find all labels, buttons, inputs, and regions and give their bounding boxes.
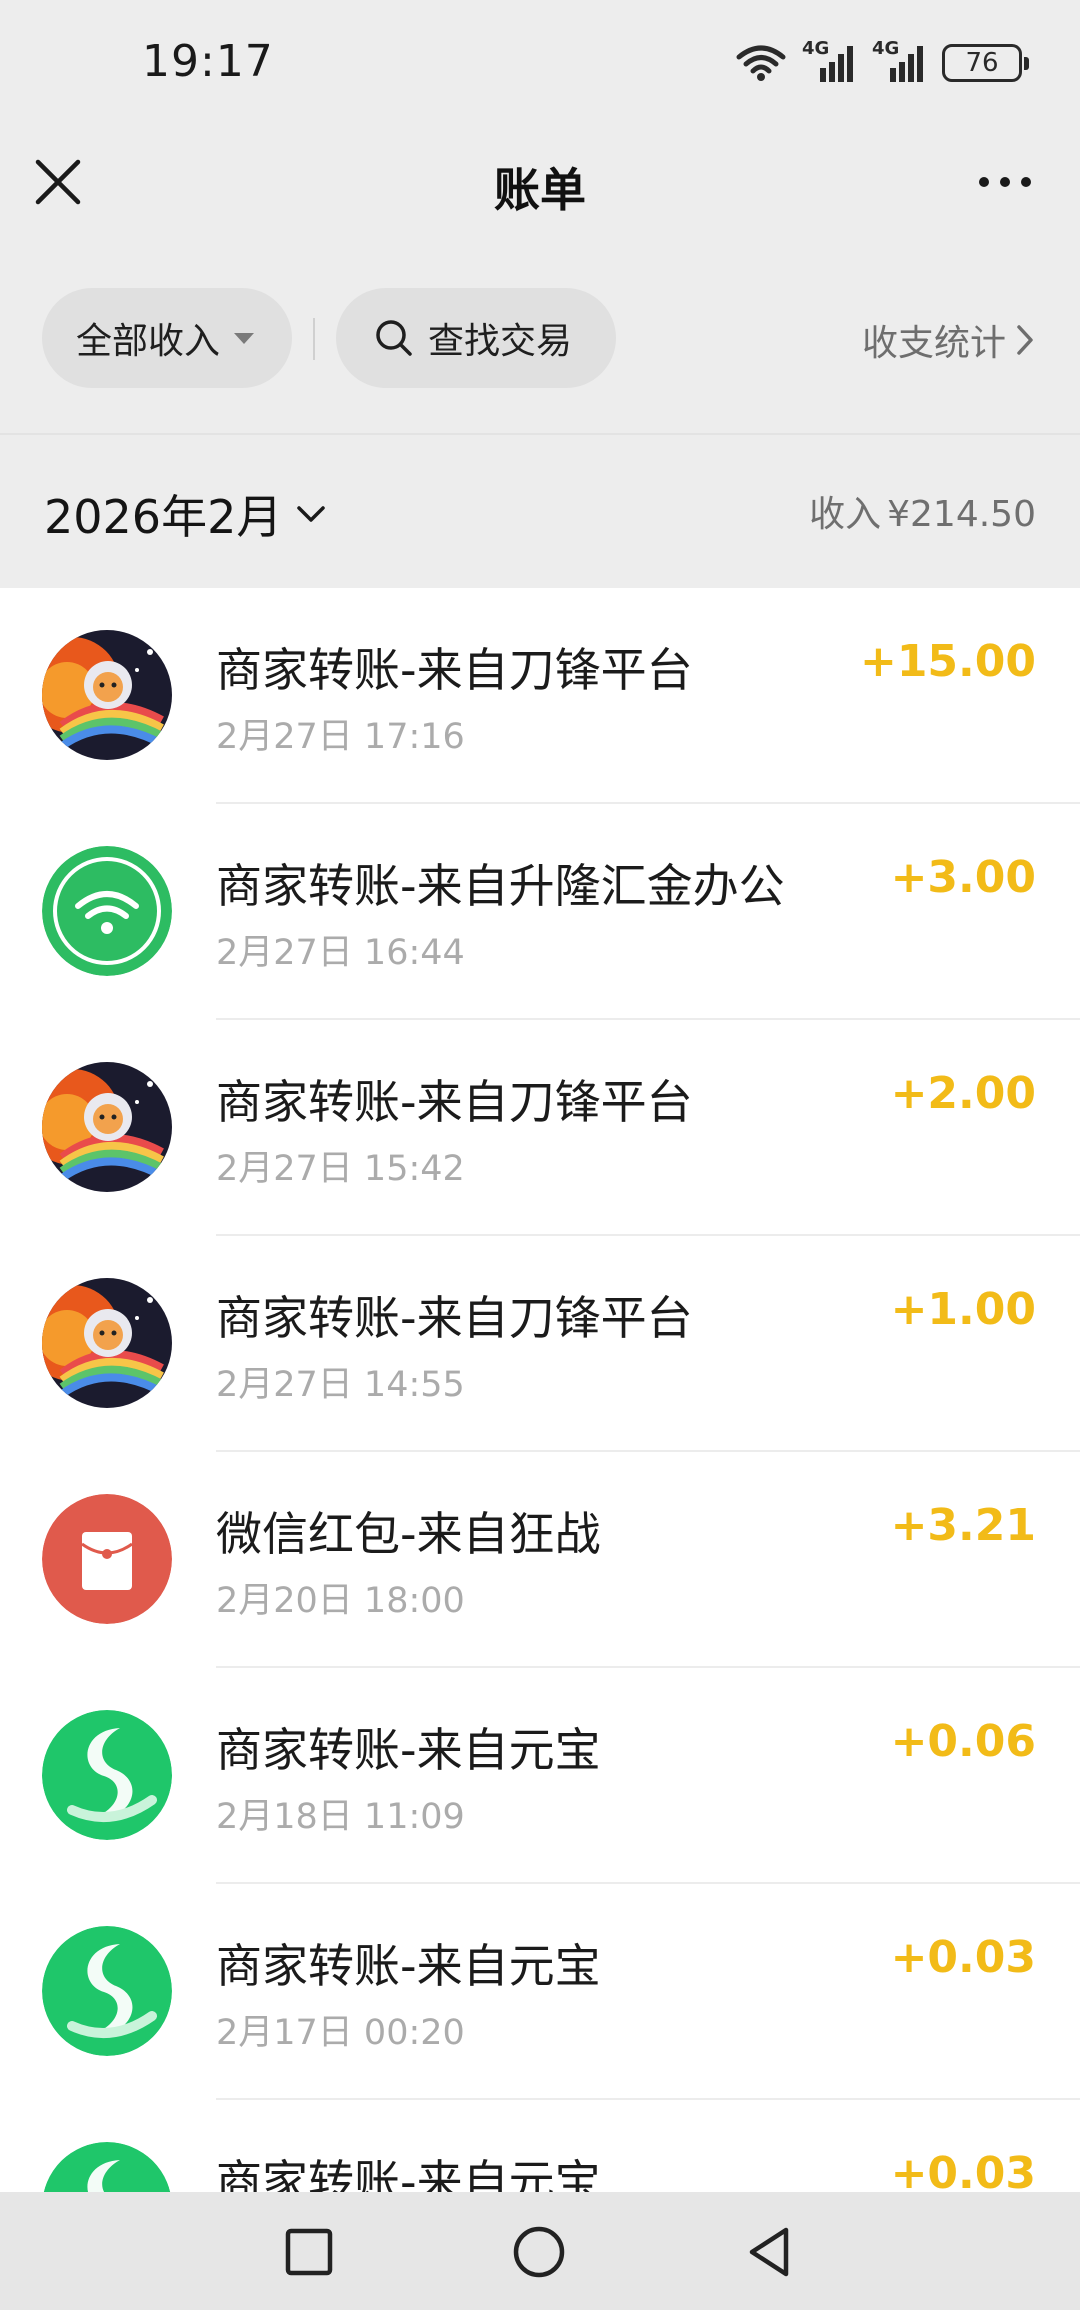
signal-icon-2: 4G [872, 38, 926, 84]
month-header: 2026年2月 收入 ¥214.50 [0, 433, 1080, 588]
transaction-title: 商家转账-来自元宝 [216, 2155, 601, 2192]
back-button[interactable] [740, 2222, 800, 2282]
transaction-title: 商家转账-来自刀锋平台 [216, 1291, 693, 1345]
yuanbao-avatar [42, 1926, 172, 2056]
transaction-row[interactable]: 商家转账-来自刀锋平台 2月27日 15:42 +2.00 [0, 1020, 1080, 1236]
battery-indicator: 76 [942, 44, 1029, 82]
transaction-time: 2月20日 18:00 [216, 1581, 465, 1621]
stats-label: 收支统计 [861, 323, 1006, 364]
month-picker[interactable]: 2026年2月 [44, 481, 326, 547]
wifi-green-avatar [42, 846, 172, 976]
square-icon [285, 2228, 333, 2276]
transaction-title: 微信红包-来自狂战 [216, 1507, 601, 1561]
transaction-row[interactable]: 商家转账-来自刀锋平台 2月27日 17:16 +15.00 [0, 588, 1080, 804]
filter-row: 全部收入 查找交易 收支统计 [0, 288, 1080, 388]
month-income-summary: 收入 ¥214.50 [809, 485, 1036, 537]
transaction-amount: +15.00 [859, 636, 1036, 687]
transaction-amount: +0.03 [890, 1932, 1036, 1983]
filter-divider [313, 318, 315, 360]
red-packet-avatar [42, 1494, 172, 1624]
more-button[interactable] [970, 160, 1040, 204]
transaction-time: 2月18日 11:09 [216, 1797, 465, 1837]
astronaut-cat-avatar [42, 630, 172, 760]
transaction-title: 商家转账-来自元宝 [216, 1939, 601, 1993]
transaction-time: 2月27日 17:16 [216, 717, 465, 757]
transaction-row[interactable]: 商家转账-来自元宝 2月17日 00:20 +0.03 [0, 1884, 1080, 2100]
transaction-time: 2月17日 00:20 [216, 2013, 465, 2053]
transaction-amount: +0.03 [890, 2148, 1036, 2192]
transaction-amount: +0.06 [890, 1716, 1036, 1767]
yuanbao-avatar [42, 2142, 172, 2192]
yuanbao-avatar [42, 1710, 172, 1840]
transaction-time: 2月27日 16:44 [216, 933, 465, 973]
transaction-amount: +2.00 [890, 1068, 1036, 1119]
type-filter-label: 全部收入 [76, 321, 221, 362]
page-title: 账单 [494, 163, 586, 217]
more-icon [979, 177, 1031, 187]
wifi-icon [736, 43, 786, 83]
transaction-title: 商家转账-来自升隆汇金办公 [216, 859, 785, 913]
transaction-amount: +3.00 [890, 852, 1036, 903]
system-navigation-bar [0, 2192, 1080, 2310]
transaction-row[interactable]: 微信红包-来自狂战 2月20日 18:00 +3.21 [0, 1452, 1080, 1668]
transaction-time: 2月27日 14:55 [216, 1365, 465, 1405]
circle-icon [513, 2226, 565, 2278]
back-triangle-icon [749, 2227, 789, 2277]
income-label: 收入 [809, 494, 882, 535]
transaction-title: 商家转账-来自刀锋平台 [216, 643, 693, 697]
recents-button[interactable] [279, 2222, 339, 2282]
transaction-row[interactable]: 商家转账-来自元宝 2月18日 11:09 +0.06 [0, 1668, 1080, 1884]
status-bar: 19:17 4G 4G 76 [0, 0, 1080, 130]
transaction-time: 2月27日 15:42 [216, 1149, 465, 1189]
signal-icon-1: 4G [802, 38, 856, 84]
transaction-row[interactable]: 商家转账-来自刀锋平台 2月27日 14:55 +1.00 [0, 1236, 1080, 1452]
month-label: 2026年2月 [44, 490, 283, 544]
transaction-title: 商家转账-来自元宝 [216, 1723, 601, 1777]
transaction-row[interactable]: 商家转账-来自升隆汇金办公 2月27日 16:44 +3.00 [0, 804, 1080, 1020]
chevron-down-icon [297, 506, 326, 522]
transaction-amount: +3.21 [890, 1500, 1036, 1551]
home-button[interactable] [509, 2222, 569, 2282]
search-icon [376, 320, 412, 356]
transaction-row[interactable]: 商家转账-来自元宝 +0.03 [0, 2100, 1080, 2192]
caret-down-icon [234, 332, 255, 344]
chevron-right-icon [1017, 325, 1033, 355]
transaction-title: 商家转账-来自刀锋平台 [216, 1075, 693, 1129]
astronaut-cat-avatar [42, 1062, 172, 1192]
income-value: ¥214.50 [887, 494, 1036, 535]
stats-link[interactable]: 收支统计 [862, 314, 1034, 366]
type-filter-dropdown[interactable]: 全部收入 [42, 288, 292, 388]
bill-screen: 19:17 4G 4G 76 账单 全部收入 查找交易 收支统计 2026年2月… [0, 0, 1080, 2310]
search-transactions-button[interactable]: 查找交易 [336, 288, 616, 388]
search-label: 查找交易 [428, 321, 573, 362]
nav-bar: 账单 [0, 130, 1080, 235]
astronaut-cat-avatar [42, 1278, 172, 1408]
transaction-list: 商家转账-来自刀锋平台 2月27日 17:16 +15.00 商家转账-来自升隆… [0, 588, 1080, 2192]
status-time: 19:17 [142, 36, 274, 87]
status-icons: 4G 4G 76 [736, 38, 1029, 86]
transaction-amount: +1.00 [890, 1284, 1036, 1335]
